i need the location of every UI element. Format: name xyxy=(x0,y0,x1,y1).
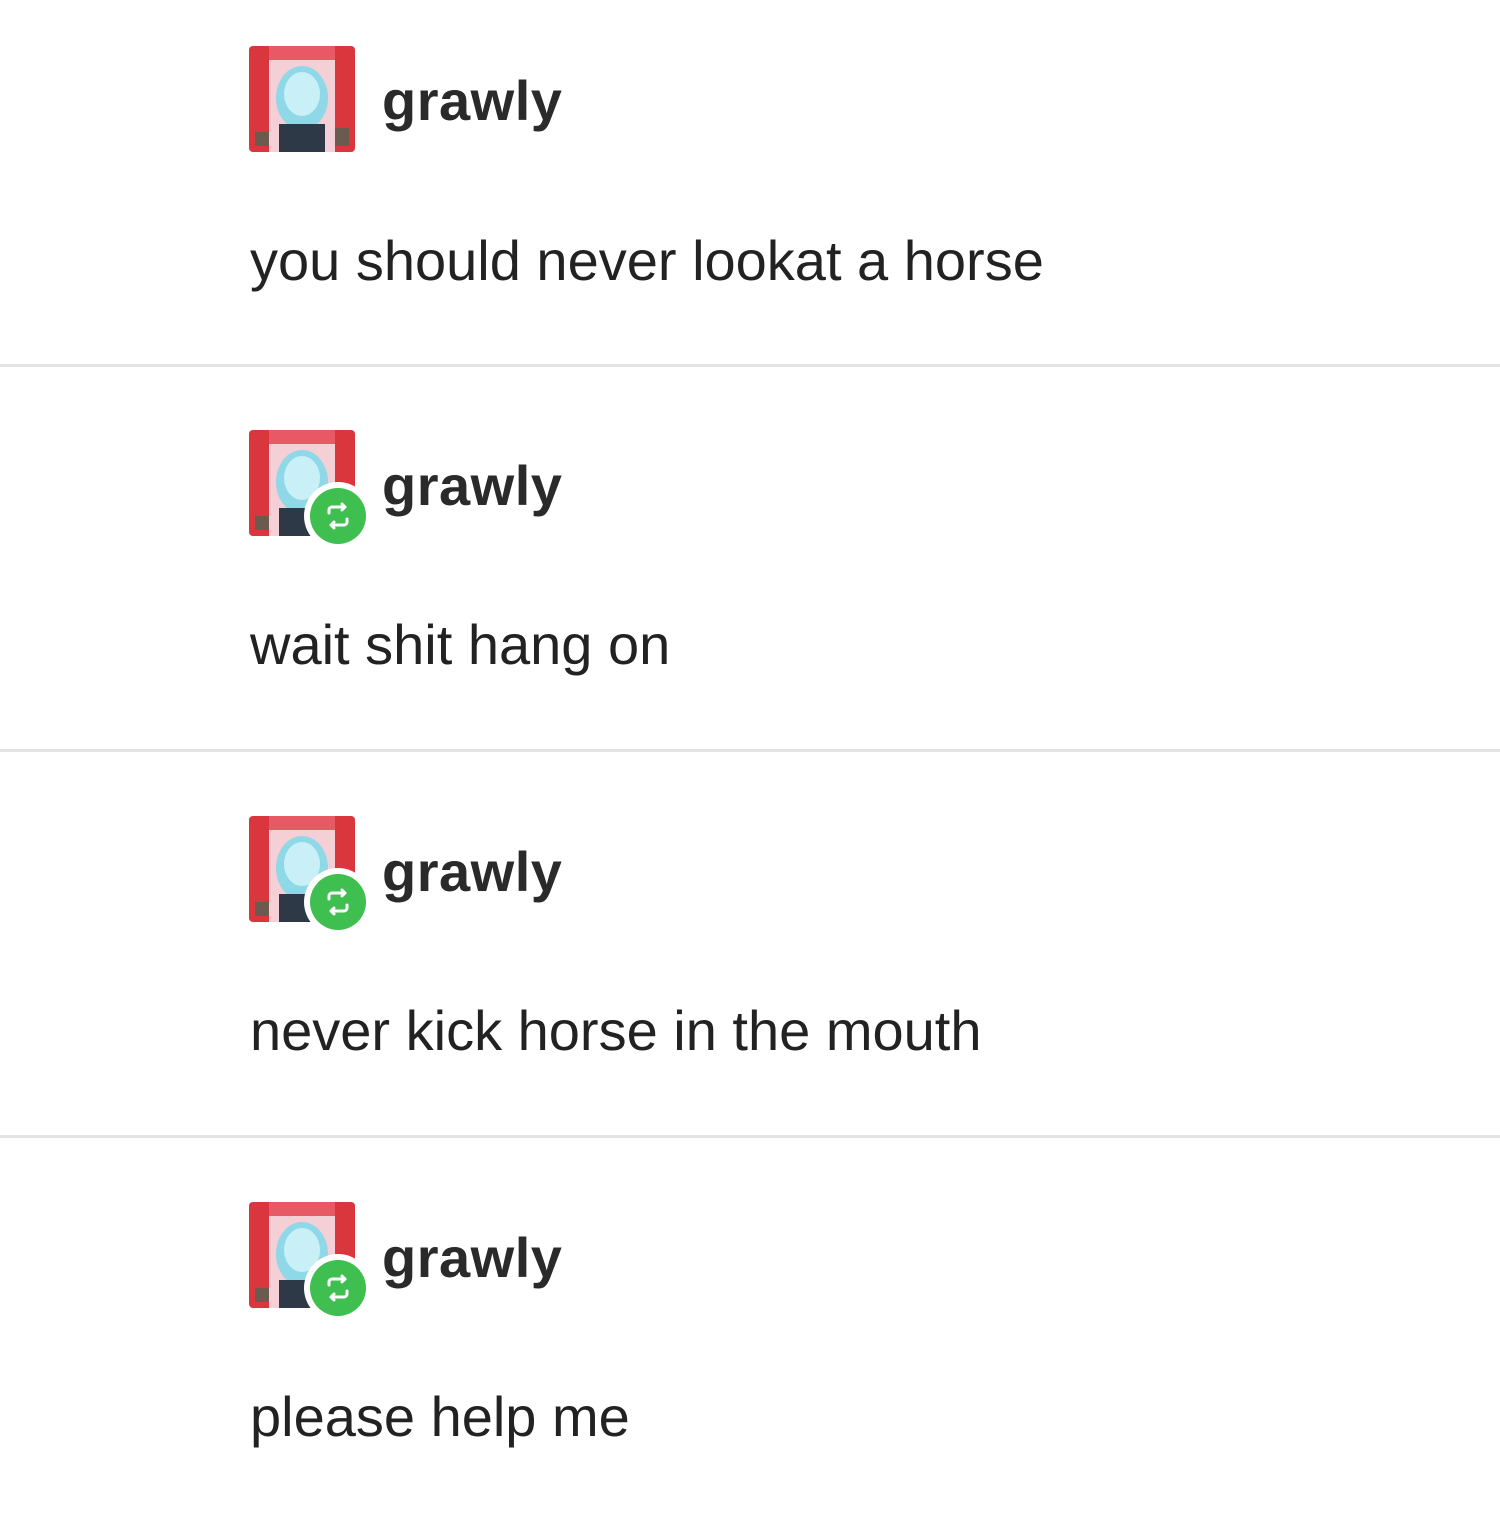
username[interactable]: grawly xyxy=(382,68,562,133)
username[interactable]: grawly xyxy=(382,1225,562,1290)
reblog-icon xyxy=(327,888,349,916)
reblog-badge xyxy=(304,868,372,936)
reblog-badge xyxy=(304,482,372,550)
username[interactable]: grawly xyxy=(382,453,562,518)
post: grawly you should never lookat a horse xyxy=(0,0,1500,386)
post-body-text: you should never lookat a horse xyxy=(250,229,1044,292)
avatar-image-icon xyxy=(249,46,355,152)
reblog-icon xyxy=(327,1274,349,1302)
post: grawly wait shit hang on xyxy=(0,366,1500,752)
post-body-text: wait shit hang on xyxy=(250,613,671,676)
post: grawly never kick horse in the mouth xyxy=(0,752,1500,1138)
username[interactable]: grawly xyxy=(382,839,562,904)
post-body-text: never kick horse in the mouth xyxy=(250,999,982,1062)
post-body-text: please help me xyxy=(250,1385,630,1448)
post: grawly please help me xyxy=(0,1138,1500,1524)
post-thread: grawly you should never lookat a horse g… xyxy=(0,0,1500,1500)
reblog-icon xyxy=(327,502,349,530)
reblog-badge xyxy=(304,1254,372,1322)
avatar[interactable] xyxy=(249,46,355,152)
